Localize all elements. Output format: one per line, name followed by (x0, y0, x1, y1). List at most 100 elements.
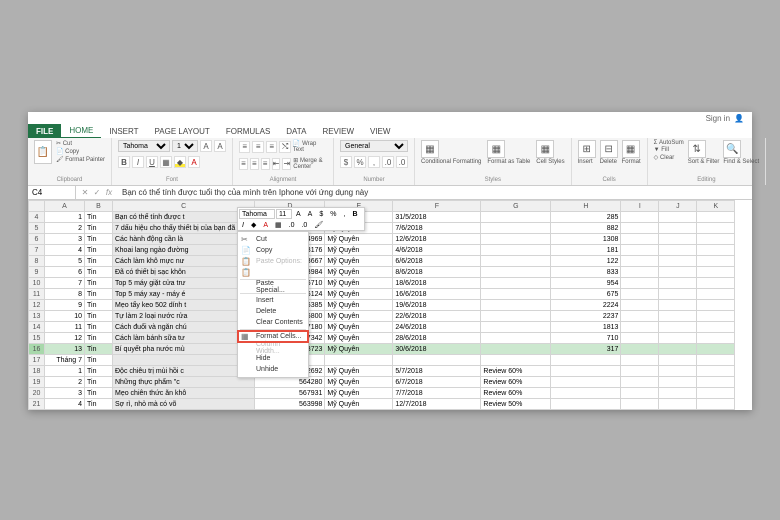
cell[interactable]: 11 (45, 322, 85, 333)
mt-font[interactable]: Tahoma (239, 209, 275, 219)
mt-border[interactable]: ▦ (272, 220, 285, 230)
merge-button[interactable]: ⊞ Merge & Center (293, 157, 327, 170)
percent-button[interactable]: % (354, 156, 366, 168)
font-color-button[interactable]: A (188, 156, 200, 168)
cell[interactable]: 1813 (551, 322, 621, 333)
ctx-hide[interactable]: Hide (238, 353, 308, 364)
row-header[interactable]: 17 (29, 355, 45, 366)
cell[interactable]: Mỹ Quyên (325, 289, 393, 300)
cell[interactable]: Cách làm khô mực nư (113, 256, 255, 267)
cell[interactable]: Tin (85, 289, 113, 300)
cell[interactable]: Các hành động cần là (113, 234, 255, 245)
inc-decimal[interactable]: .0 (382, 156, 394, 168)
font-name-select[interactable]: Tahoma (118, 140, 170, 152)
cell[interactable] (659, 355, 697, 366)
row-header[interactable]: 12 (29, 300, 45, 311)
cell[interactable] (659, 366, 697, 377)
cell[interactable]: 563998 (255, 399, 325, 410)
cell[interactable] (621, 278, 659, 289)
mt-bold[interactable]: B (349, 209, 360, 219)
cell[interactable]: 285 (551, 212, 621, 223)
col-header-K[interactable]: K (697, 201, 735, 212)
align-mid[interactable]: ≡ (252, 141, 263, 153)
cell[interactable] (621, 366, 659, 377)
dec-decimal[interactable]: .0 (396, 156, 408, 168)
cell[interactable]: 7 (45, 278, 85, 289)
cell[interactable]: 8 (45, 289, 85, 300)
cell[interactable] (697, 333, 735, 344)
cell[interactable]: Tin (85, 311, 113, 322)
ctx-copy[interactable]: 📄Copy (238, 245, 308, 256)
cell[interactable] (659, 234, 697, 245)
cell[interactable] (393, 355, 481, 366)
cell[interactable] (481, 256, 551, 267)
cell[interactable] (481, 278, 551, 289)
cell[interactable]: 7/6/2018 (393, 223, 481, 234)
row-header[interactable]: 15 (29, 333, 45, 344)
cell[interactable]: 710 (551, 333, 621, 344)
ctx-unhide[interactable]: Unhide (238, 364, 308, 375)
cell[interactable] (621, 267, 659, 278)
cell[interactable]: 5/7/2018 (393, 366, 481, 377)
row-header[interactable]: 8 (29, 256, 45, 267)
cell[interactable] (697, 212, 735, 223)
col-header-C[interactable]: C (113, 201, 255, 212)
mt-italic[interactable]: I (239, 220, 247, 230)
align-left[interactable]: ≡ (239, 158, 248, 170)
indent-dec[interactable]: ⇤ (272, 158, 281, 170)
cell[interactable] (481, 344, 551, 355)
cell[interactable] (551, 388, 621, 399)
cell[interactable]: Tin (85, 278, 113, 289)
border-button[interactable]: ▦ (160, 156, 172, 168)
cell[interactable]: 18/6/2018 (393, 278, 481, 289)
col-header-A[interactable]: A (45, 201, 85, 212)
ctx-clear[interactable]: Clear Contents (238, 317, 308, 328)
row-header[interactable]: 16 (29, 344, 45, 355)
cell[interactable]: Tin (85, 322, 113, 333)
cell[interactable]: Đã có thiết bị sạc khôn (113, 267, 255, 278)
cell[interactable]: Top 5 máy giặt cửa trư (113, 278, 255, 289)
cell[interactable]: Review 60% (481, 377, 551, 388)
mt-percent[interactable]: % (327, 209, 339, 219)
cell[interactable] (659, 267, 697, 278)
cell[interactable] (659, 278, 697, 289)
row-header[interactable]: 10 (29, 278, 45, 289)
cell[interactable] (481, 322, 551, 333)
cell[interactable] (697, 256, 735, 267)
cell[interactable] (481, 234, 551, 245)
cell[interactable]: Tin (85, 399, 113, 410)
cell[interactable]: 6 (45, 267, 85, 278)
tab-formulas[interactable]: FORMULAS (218, 124, 278, 138)
cell[interactable] (481, 311, 551, 322)
cell[interactable]: Mỹ Quyên (325, 234, 393, 245)
cancel-icon[interactable]: ✕ (80, 188, 90, 197)
comma-button[interactable]: , (368, 156, 380, 168)
cell[interactable]: 122 (551, 256, 621, 267)
mt-color[interactable]: A (260, 220, 271, 230)
tab-data[interactable]: DATA (278, 124, 314, 138)
cell[interactable]: Mẹo tẩy keo 502 dính t (113, 300, 255, 311)
cell[interactable] (697, 399, 735, 410)
cell[interactable]: Tin (85, 223, 113, 234)
cell[interactable]: 22/6/2018 (393, 311, 481, 322)
fx-icon[interactable]: fx (104, 188, 114, 197)
cell[interactable]: 12/7/2018 (393, 399, 481, 410)
cond-fmt-button[interactable]: ▦Conditional Formatting (421, 140, 481, 165)
cell[interactable]: 12 (45, 333, 85, 344)
cell[interactable]: 1308 (551, 234, 621, 245)
cell[interactable] (697, 322, 735, 333)
cell[interactable] (697, 344, 735, 355)
cell[interactable] (551, 366, 621, 377)
cell[interactable]: 7/7/2018 (393, 388, 481, 399)
cell[interactable]: Mỹ Quyên (325, 344, 393, 355)
cell[interactable]: Review 60% (481, 366, 551, 377)
cell[interactable] (659, 212, 697, 223)
cell[interactable]: Tin (85, 267, 113, 278)
indent-inc[interactable]: ⇥ (282, 158, 291, 170)
cut-button[interactable]: ✂ Cut (56, 140, 105, 147)
sort-filter-button[interactable]: ⇅Sort & Filter (688, 140, 720, 165)
cell[interactable]: 8/6/2018 (393, 267, 481, 278)
tab-pagelayout[interactable]: PAGE LAYOUT (147, 124, 218, 138)
tab-review[interactable]: REVIEW (314, 124, 362, 138)
cell[interactable]: Bí quyết pha nước mù (113, 344, 255, 355)
